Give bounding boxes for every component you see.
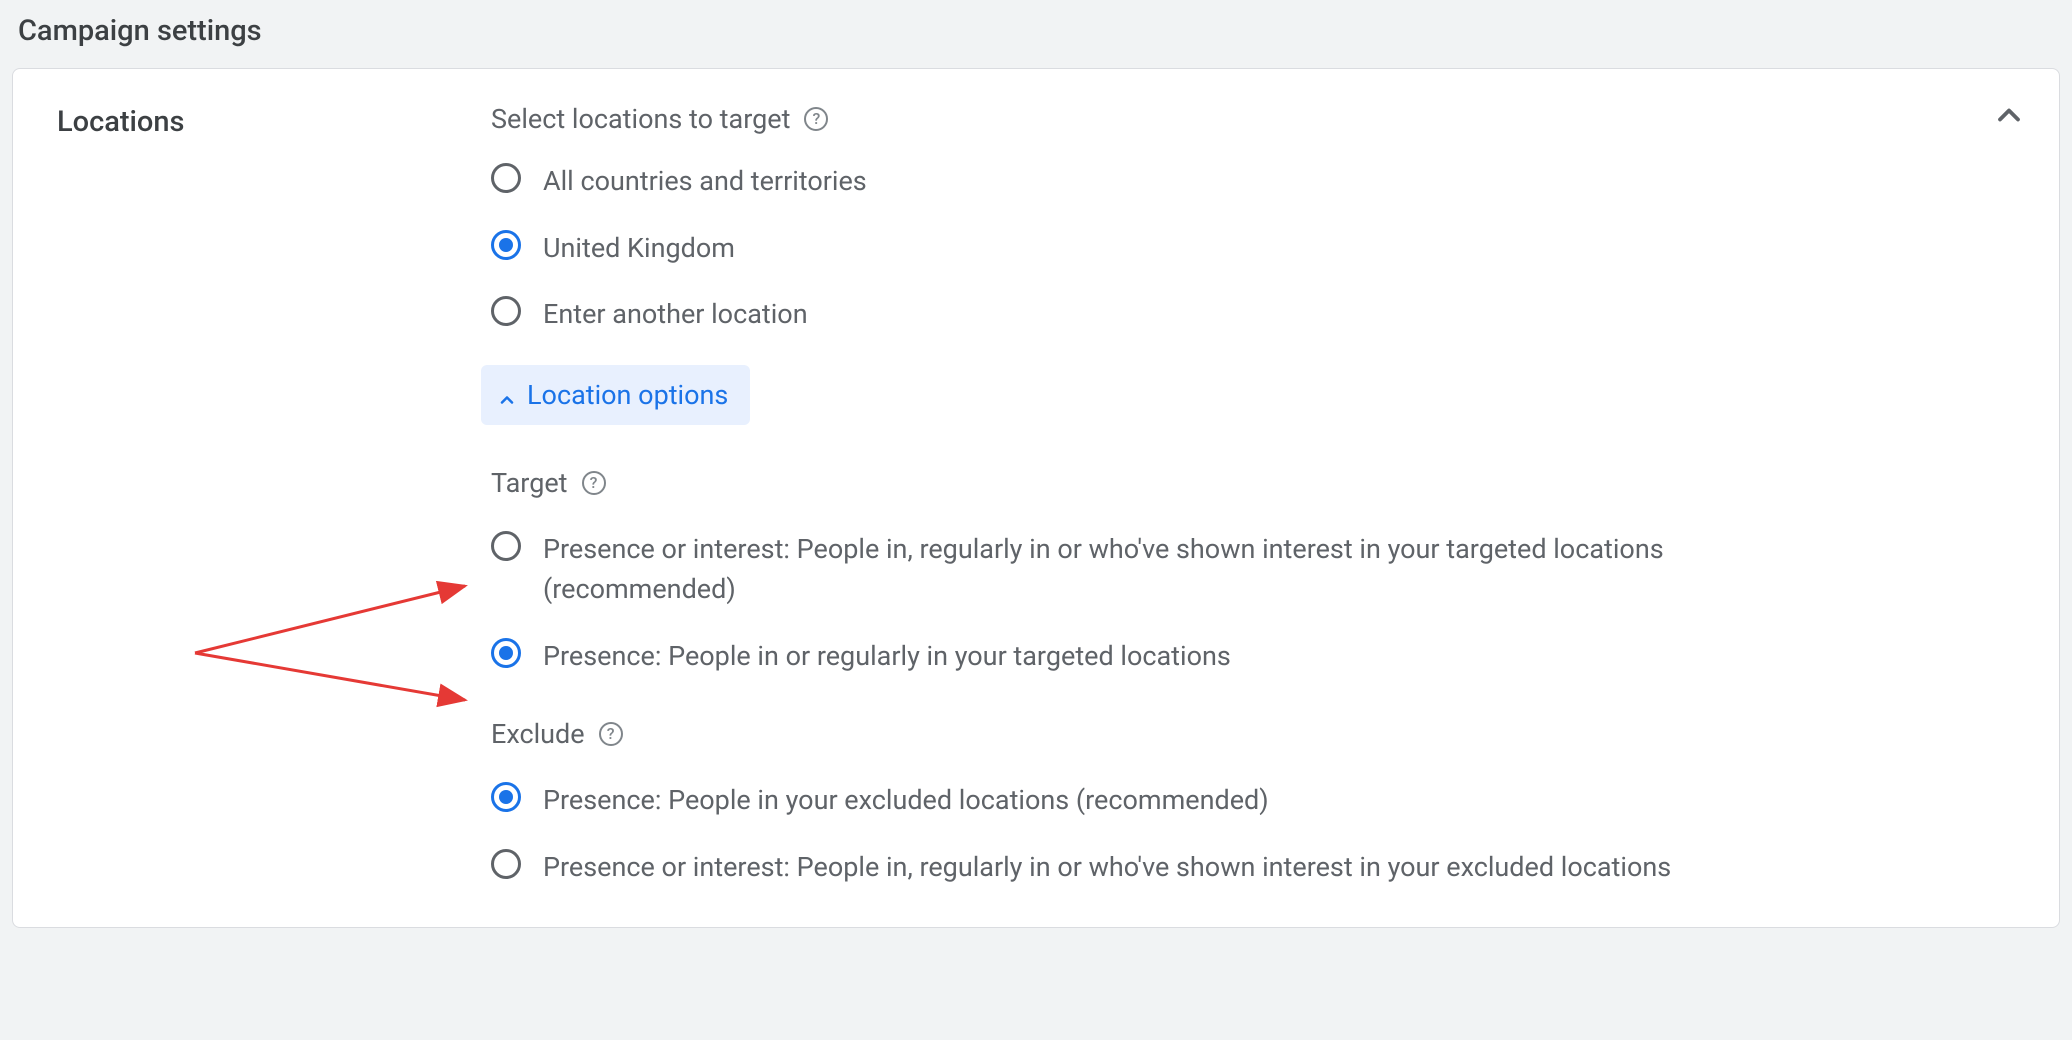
target-title: Target xyxy=(491,467,568,499)
target-radio-group: Presence or interest: People in, regular… xyxy=(491,529,2019,677)
page-title: Campaign settings xyxy=(0,0,2072,68)
radio-label: Enter another location xyxy=(543,294,808,335)
radio-label: Presence or interest: People in, regular… xyxy=(543,529,1823,610)
radio-target-presence[interactable]: Presence: People in or regularly in your… xyxy=(491,636,2019,677)
exclude-title-row: Exclude ? xyxy=(491,718,2019,750)
location-options-toggle[interactable]: Location options xyxy=(481,365,750,425)
radio-button[interactable] xyxy=(491,849,521,879)
location-radio-group: All countries and territories United Kin… xyxy=(491,161,2019,335)
radio-button[interactable] xyxy=(491,638,521,668)
radio-button[interactable] xyxy=(491,531,521,561)
radio-exclude-presence[interactable]: Presence: People in your excluded locati… xyxy=(491,780,2019,821)
radio-label: All countries and territories xyxy=(543,161,867,202)
help-icon[interactable]: ? xyxy=(804,107,828,131)
collapse-section-button[interactable] xyxy=(1991,97,2027,133)
exclude-title: Exclude xyxy=(491,718,585,750)
radio-united-kingdom[interactable]: United Kingdom xyxy=(491,228,2019,269)
radio-label: Presence: People in your excluded locati… xyxy=(543,780,1269,821)
radio-button[interactable] xyxy=(491,296,521,326)
chevron-up-icon xyxy=(497,385,517,405)
radio-all-countries[interactable]: All countries and territories xyxy=(491,161,2019,202)
section-body: Select locations to target ? All countri… xyxy=(491,101,2019,887)
radio-enter-another[interactable]: Enter another location xyxy=(491,294,2019,335)
radio-button[interactable] xyxy=(491,782,521,812)
radio-target-presence-interest[interactable]: Presence or interest: People in, regular… xyxy=(491,529,2019,610)
radio-button[interactable] xyxy=(491,230,521,260)
target-title-row: Target ? xyxy=(491,467,2019,499)
radio-button[interactable] xyxy=(491,163,521,193)
subheading-text: Select locations to target xyxy=(491,103,790,135)
exclude-radio-group: Presence: People in your excluded locati… xyxy=(491,780,2019,887)
radio-label: United Kingdom xyxy=(543,228,735,269)
subheading-row: Select locations to target ? xyxy=(491,103,2019,135)
radio-label: Presence: People in or regularly in your… xyxy=(543,636,1231,677)
radio-label: Presence or interest: People in, regular… xyxy=(543,847,1671,888)
locations-card: Locations Select locations to target ? A… xyxy=(12,68,2060,928)
section-label: Locations xyxy=(57,101,491,887)
help-icon[interactable]: ? xyxy=(599,722,623,746)
location-options-label: Location options xyxy=(527,379,728,411)
radio-exclude-presence-interest[interactable]: Presence or interest: People in, regular… xyxy=(491,847,2019,888)
help-icon[interactable]: ? xyxy=(582,471,606,495)
